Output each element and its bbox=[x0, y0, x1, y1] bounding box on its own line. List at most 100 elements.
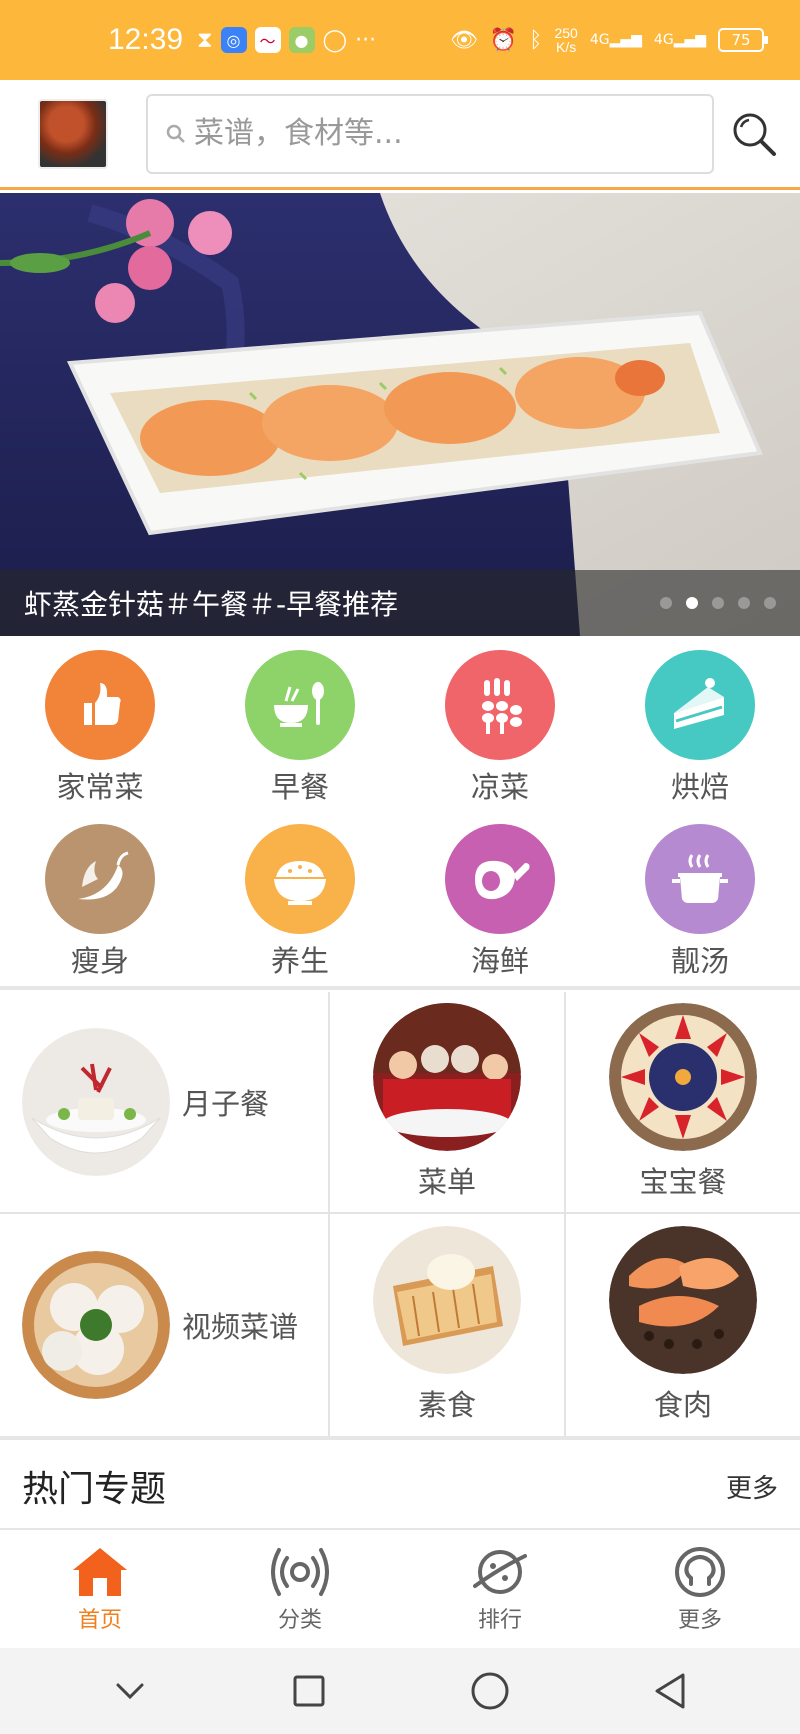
system-status-icons: 👁 ⏰ ᛒ 250 K/s 4G▂▄▆ 4G▂▄▆ 75 bbox=[449, 25, 768, 55]
home-circle-icon[interactable] bbox=[468, 1669, 512, 1713]
grid-divider bbox=[0, 1212, 800, 1214]
banner-caption: 虾蒸金针菇＃午餐＃-早餐推荐 bbox=[24, 588, 399, 621]
signal-icon-1: 4G▂▄▆ bbox=[589, 32, 642, 48]
category-grid: 家常菜 早餐 凉菜 烘焙 瘦身 养生 海鲜 靓汤 bbox=[0, 650, 800, 986]
alarm-icon: ⏰ bbox=[489, 27, 518, 53]
menu-image bbox=[373, 1003, 521, 1151]
soup-pot-icon bbox=[645, 824, 755, 934]
carousel-indicator bbox=[660, 597, 776, 609]
more-omega-icon bbox=[675, 1547, 725, 1597]
eye-icon: 👁 bbox=[449, 27, 478, 53]
battery-icon: 75 bbox=[718, 28, 768, 52]
special-grid: 月子餐 菜单 宝宝餐 视频菜谱 素食 食肉 bbox=[0, 992, 800, 1436]
wheat-icon bbox=[445, 650, 555, 760]
browser-app-icon: ◎ bbox=[220, 27, 247, 53]
ham-leg-icon bbox=[445, 824, 555, 934]
search-button[interactable] bbox=[726, 106, 782, 162]
app-notification-icon: 〜 bbox=[254, 27, 281, 53]
planet-icon bbox=[473, 1550, 527, 1594]
category-label: 早餐 bbox=[270, 770, 329, 804]
category-label: 家常菜 bbox=[56, 770, 144, 804]
tab-more[interactable]: 更多 bbox=[600, 1532, 800, 1648]
special-label: 宝宝餐 bbox=[639, 1165, 727, 1199]
search-icon bbox=[733, 113, 776, 156]
tab-label: 更多 bbox=[677, 1608, 722, 1633]
category-label: 养生 bbox=[270, 944, 329, 978]
status-time: 12:39 bbox=[108, 23, 184, 56]
special-meat[interactable]: 食肉 bbox=[566, 1214, 800, 1436]
special-video-recipes[interactable]: 视频菜谱 bbox=[0, 1214, 328, 1436]
baby-meal-image bbox=[609, 1003, 757, 1151]
category-label: 瘦身 bbox=[70, 944, 129, 978]
chat-bubble-icon: ◯ bbox=[322, 27, 348, 53]
hot-topics-title: 热门专题 bbox=[22, 1469, 167, 1510]
cake-slice-icon bbox=[645, 650, 755, 760]
search-box[interactable] bbox=[146, 93, 714, 174]
notification-icons: ⧗ ◎ 〜 ● ◯ ··· bbox=[197, 27, 376, 53]
category-label: 凉菜 bbox=[470, 770, 529, 804]
section-divider bbox=[0, 1436, 800, 1440]
chili-pepper-icon bbox=[45, 824, 155, 934]
carousel-dot[interactable] bbox=[764, 597, 776, 609]
category-label: 海鲜 bbox=[470, 944, 529, 978]
tab-label: 首页 bbox=[77, 1608, 122, 1633]
home-icon bbox=[73, 1548, 127, 1596]
vegetarian-image bbox=[373, 1226, 521, 1374]
banner-carousel[interactable]: 虾蒸金针菇＃午餐＃-早餐推荐 bbox=[0, 193, 800, 636]
hot-topics-header: 热门专题 更多 bbox=[0, 1444, 800, 1530]
special-confinement-meal[interactable]: 月子餐 bbox=[0, 992, 328, 1212]
tab-label: 分类 bbox=[277, 1608, 322, 1633]
category-cold-dishes[interactable]: 凉菜 bbox=[400, 650, 600, 824]
special-vegetarian[interactable]: 素食 bbox=[330, 1214, 564, 1436]
broadcast-icon bbox=[271, 1548, 329, 1596]
category-breakfast[interactable]: 早餐 bbox=[200, 650, 400, 824]
tab-home[interactable]: 首页 bbox=[0, 1532, 200, 1648]
banner-caption-bar: 虾蒸金针菇＃午餐＃-早餐推荐 bbox=[0, 570, 800, 636]
meat-image bbox=[609, 1226, 757, 1374]
rice-bowl-icon bbox=[245, 824, 355, 934]
back-triangle-icon[interactable] bbox=[651, 1671, 691, 1711]
android-app-icon: ● bbox=[288, 27, 315, 53]
carousel-dot[interactable] bbox=[712, 597, 724, 609]
thumbs-up-icon bbox=[45, 650, 155, 760]
category-baking[interactable]: 烘焙 bbox=[600, 650, 800, 824]
special-label: 月子餐 bbox=[182, 1087, 270, 1121]
section-divider bbox=[0, 986, 800, 990]
category-label: 靓汤 bbox=[670, 944, 729, 978]
special-label: 菜单 bbox=[417, 1165, 476, 1199]
special-label: 视频菜谱 bbox=[182, 1310, 299, 1344]
video-recipes-image bbox=[22, 1251, 170, 1399]
grid-divider bbox=[328, 992, 330, 1436]
signal-icon-2: 4G▂▄▆ bbox=[653, 32, 706, 48]
carousel-dot[interactable] bbox=[660, 597, 672, 609]
tab-category[interactable]: 分类 bbox=[200, 1532, 400, 1648]
carousel-dot-active[interactable] bbox=[686, 597, 698, 609]
special-menu[interactable]: 菜单 bbox=[330, 992, 564, 1212]
app-header bbox=[0, 80, 800, 190]
confinement-meal-image bbox=[22, 1028, 170, 1176]
category-home-cooking[interactable]: 家常菜 bbox=[0, 650, 200, 824]
grid-divider bbox=[564, 992, 566, 1436]
category-slimming[interactable]: 瘦身 bbox=[0, 824, 200, 986]
carousel-dot[interactable] bbox=[738, 597, 750, 609]
hot-topics-more-link[interactable]: 更多 bbox=[726, 1468, 778, 1505]
more-notifications-icon: ··· bbox=[355, 27, 377, 53]
category-soup[interactable]: 靓汤 bbox=[600, 824, 800, 986]
category-health[interactable]: 养生 bbox=[200, 824, 400, 986]
tab-label: 排行 bbox=[477, 1608, 522, 1633]
app-logo[interactable] bbox=[38, 98, 108, 169]
special-baby-meal[interactable]: 宝宝餐 bbox=[566, 992, 800, 1212]
bowl-spoon-icon bbox=[245, 650, 355, 760]
recent-apps-icon[interactable] bbox=[289, 1671, 329, 1711]
hourglass-icon: ⧗ bbox=[197, 27, 213, 53]
search-input[interactable] bbox=[194, 116, 674, 151]
bottom-tab-bar: 首页 分类 排行 更多 bbox=[0, 1532, 800, 1648]
special-label: 食肉 bbox=[653, 1388, 712, 1422]
category-seafood[interactable]: 海鲜 bbox=[400, 824, 600, 986]
tab-ranking[interactable]: 排行 bbox=[400, 1532, 600, 1648]
status-bar: 12:39 ⧗ ◎ 〜 ● ◯ ··· 👁 ⏰ ᛒ 250 K/s 4G▂▄▆ 4… bbox=[0, 0, 800, 80]
chevron-down-icon[interactable] bbox=[110, 1671, 150, 1711]
bluetooth-icon: ᛒ bbox=[529, 27, 543, 53]
network-speed: 250 K/s bbox=[554, 25, 578, 55]
category-label: 烘焙 bbox=[670, 770, 729, 804]
